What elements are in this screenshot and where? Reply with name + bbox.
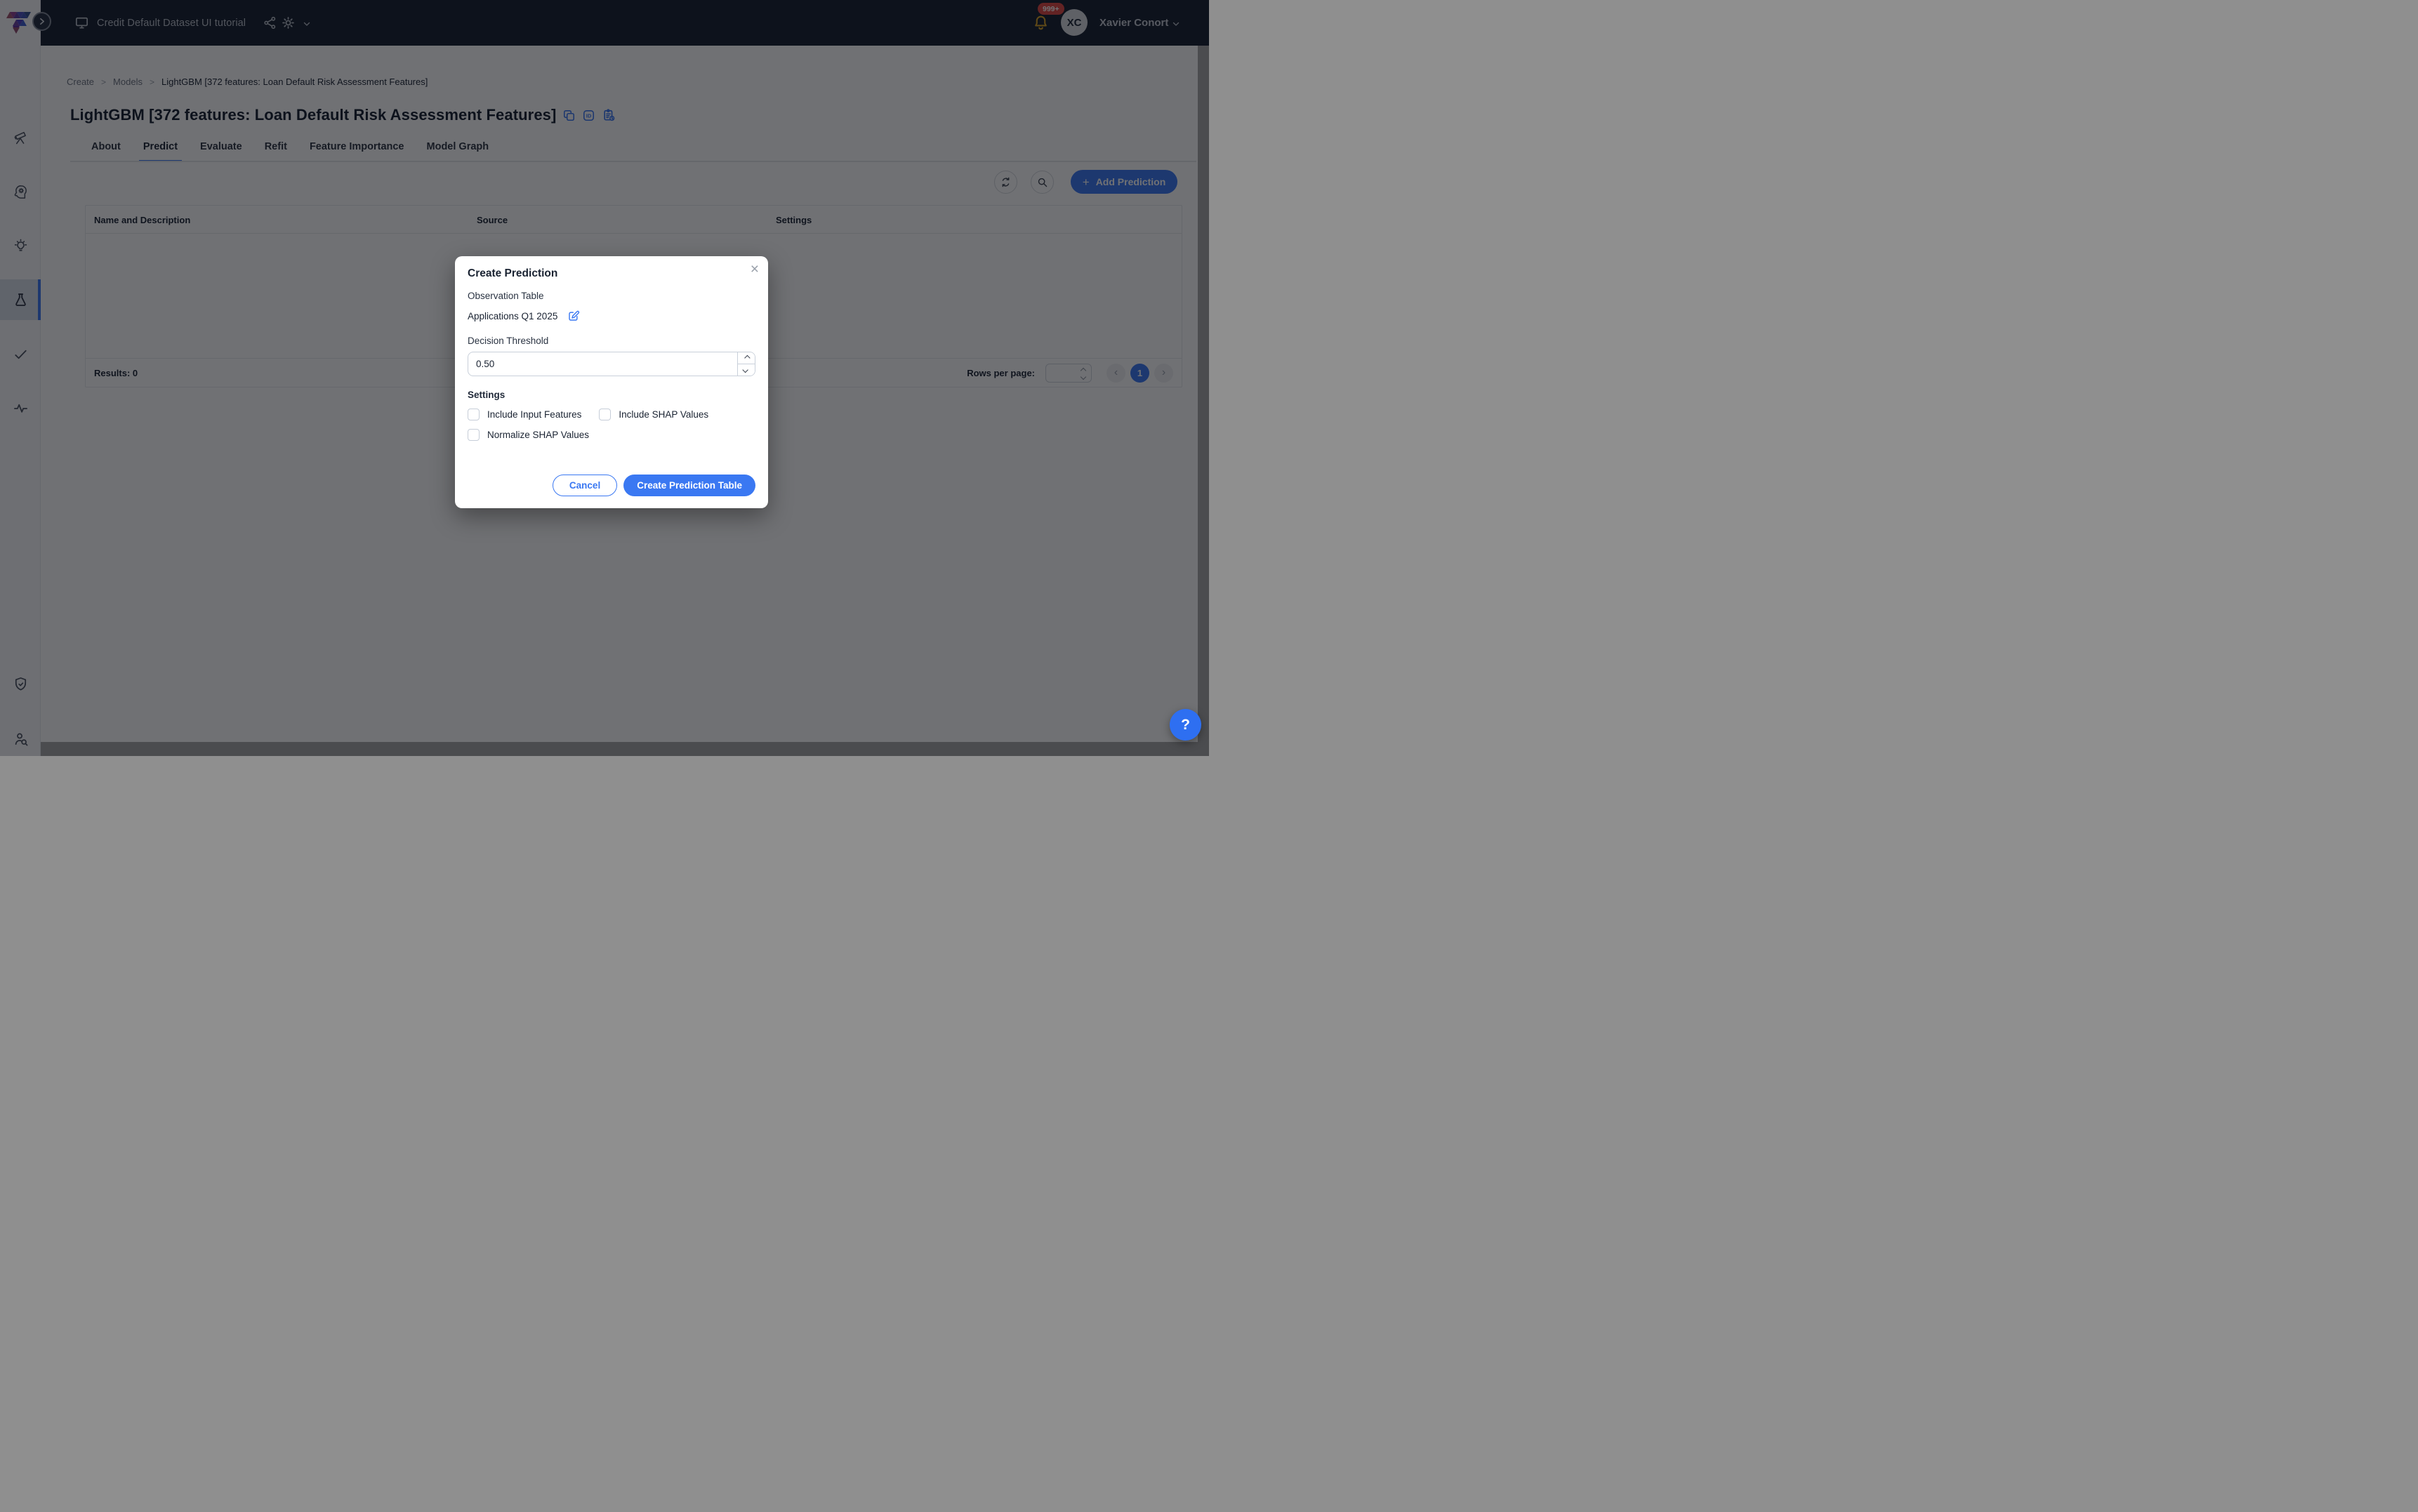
create-prediction-table-button[interactable]: Create Prediction Table [623,475,755,496]
normalize-shap-values-checkbox[interactable] [468,429,480,441]
decision-threshold-input[interactable] [468,352,737,376]
stepper-decrement-button[interactable] [738,364,755,376]
include-input-features-checkbox[interactable] [468,409,480,420]
normalize-shap-values-option[interactable]: Normalize SHAP Values [468,429,589,441]
include-input-features-option[interactable]: Include Input Features [468,409,581,420]
checkbox-label: Include SHAP Values [619,409,708,420]
edit-pencil-icon[interactable] [567,310,580,322]
include-shap-values-checkbox[interactable] [599,409,611,420]
help-button[interactable]: ? [1170,709,1201,741]
observation-table-label: Observation Table [468,291,755,301]
close-icon[interactable]: × [751,262,759,277]
observation-table-value: Applications Q1 2025 [468,311,557,321]
stepper-increment-button[interactable] [738,352,755,364]
decision-threshold-label: Decision Threshold [468,336,755,346]
settings-section-label: Settings [468,390,755,400]
cancel-button[interactable]: Cancel [553,475,617,496]
checkbox-label: Include Input Features [487,409,581,420]
include-shap-values-option[interactable]: Include SHAP Values [599,409,708,420]
modal-title: Create Prediction [468,267,755,280]
app-screen: Credit Default Dataset UI tutorial 999+ … [0,0,1209,756]
create-prediction-modal: Create Prediction × Observation Table Ap… [455,256,768,508]
checkbox-label: Normalize SHAP Values [487,430,589,440]
decision-threshold-stepper [468,352,755,376]
